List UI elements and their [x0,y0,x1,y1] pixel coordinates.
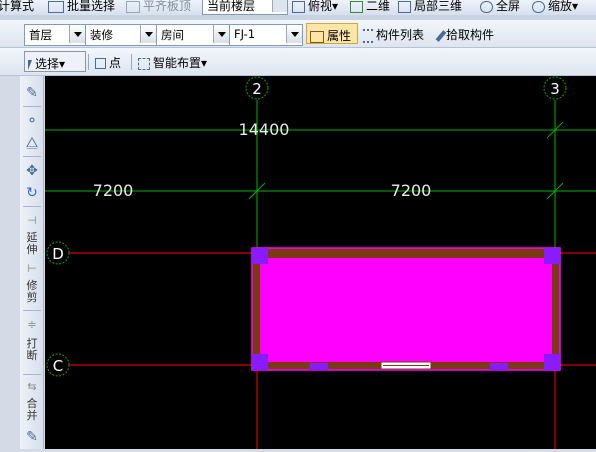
element-type-select[interactable]: 房间 [156,24,230,46]
current-floor-select[interactable]: 当前楼层 [202,0,288,15]
pick-component-button[interactable]: 拾取构件 [435,23,510,44]
top-view-button[interactable]: 俯视▾ [292,0,338,14]
brush-icon[interactable]: ✎ [23,84,41,102]
dimension-lines [45,100,596,248]
view-2d-icon [350,0,363,13]
edit-toolbar: ✎ ⚬ ⧋ ✥ ↻ ⊣ 延伸 ⊢ 修剪 ≑ 打断 ⇆ 合并 ✎ [20,76,44,449]
properties-button[interactable]: 属性 [306,23,358,44]
category-select[interactable]: 装修 [85,24,157,46]
eyedropper-icon [435,29,447,42]
align-slab-top-button[interactable]: 平齐板顶 [126,0,191,14]
grip-handle[interactable] [310,363,328,370]
cursor-arrow-icon [28,59,32,70]
chevron-down-icon [272,0,287,12]
chevron-down-icon [69,25,85,43]
toolbar-separator [23,156,41,157]
extend-icon: ⊣ [27,214,37,227]
trim-button[interactable]: 修剪 [24,280,40,304]
dim-text-right: 7200 [391,181,432,200]
align-slab-icon [126,0,140,13]
dimension-texts: 14400 7200 7200 [93,120,432,200]
select-button[interactable]: 选择▾ [24,51,86,72]
axis-label-2: 2 [252,80,262,98]
axis-label-c: C [53,357,63,375]
dim-text-total: 14400 [239,120,290,139]
toolbar-separator [23,374,41,375]
local-3d-button[interactable]: 局部三维 [398,0,462,14]
chevron-down-icon [140,25,156,43]
component-list-button[interactable]: 构件列表 [360,23,436,44]
grip-handle[interactable] [252,248,268,264]
zoom-button[interactable]: 缩放▾ [532,0,578,14]
rotate-icon[interactable]: ↻ [23,184,41,202]
view-2d-button[interactable]: 二维 [350,0,390,14]
grip-handle[interactable] [252,354,268,370]
room-floor-fill [260,258,552,362]
break-icon: ≑ [27,318,37,331]
grip-handle[interactable] [544,354,560,370]
fullscreen-button[interactable]: 全屏 [480,0,520,14]
move-icon[interactable]: ✥ [23,162,41,180]
grip-handle[interactable] [544,248,560,264]
room-fj-1[interactable] [251,247,561,371]
properties-icon [310,30,324,43]
extend-button[interactable]: 延伸 [24,232,40,256]
batch-select-button[interactable]: 批量选择 [48,0,115,14]
calc-button[interactable]: 计算式 [0,0,34,14]
local-3d-icon [398,0,411,13]
break-button[interactable]: 打断 [24,338,40,362]
top-view-icon [292,0,305,13]
smart-layout-icon [138,57,150,70]
merge-button[interactable]: 合并 [24,398,40,422]
drawing-canvas[interactable]: 2 3 D C 14400 7200 7200 [45,76,596,449]
toolbar-separator [88,54,89,70]
grip-handle[interactable] [490,363,508,370]
mirror-icon[interactable]: ⧋ [23,134,41,152]
point-button[interactable]: 点 [92,51,128,72]
component-select[interactable]: FJ-1 [229,24,303,46]
smart-layout-button[interactable]: 智能布置▾ [135,51,219,72]
trim-icon: ⊢ [27,262,37,275]
point-icon [95,58,106,69]
merge-icon: ⇆ [27,380,37,393]
selector-toolbar: 首层 装修 房间 FJ-1 属性 构件列表 拾取构件 [0,20,596,48]
edit-icon[interactable]: ✎ [23,428,41,446]
toolbar-separator [23,310,41,311]
toolbar-separator [131,54,132,70]
zoom-icon [532,0,545,13]
batch-select-icon [48,0,64,13]
copy-icon[interactable]: ⚬ [23,112,41,130]
list-icon [363,28,373,43]
left-panel-edge [0,76,20,449]
dim-text-left: 7200 [93,181,134,200]
fullscreen-icon [480,0,493,13]
toolbar-separator [23,106,41,107]
chevron-down-icon [286,25,302,43]
chevron-down-icon [213,25,229,43]
axis-label-d: D [52,245,64,263]
toolbar-separator [23,206,41,207]
draw-toolbar: 选择▾ 点 智能布置▾ [0,48,596,76]
axis-label-3: 3 [550,80,560,98]
top-toolbar: 计算式 批量选择 平齐板顶 当前楼层 俯视▾ 二维 局部三维 全屏 缩放▾ [0,0,596,15]
drawing-svg: 2 3 D C 14400 7200 7200 [45,76,596,449]
floor-select[interactable]: 首层 [24,24,86,46]
